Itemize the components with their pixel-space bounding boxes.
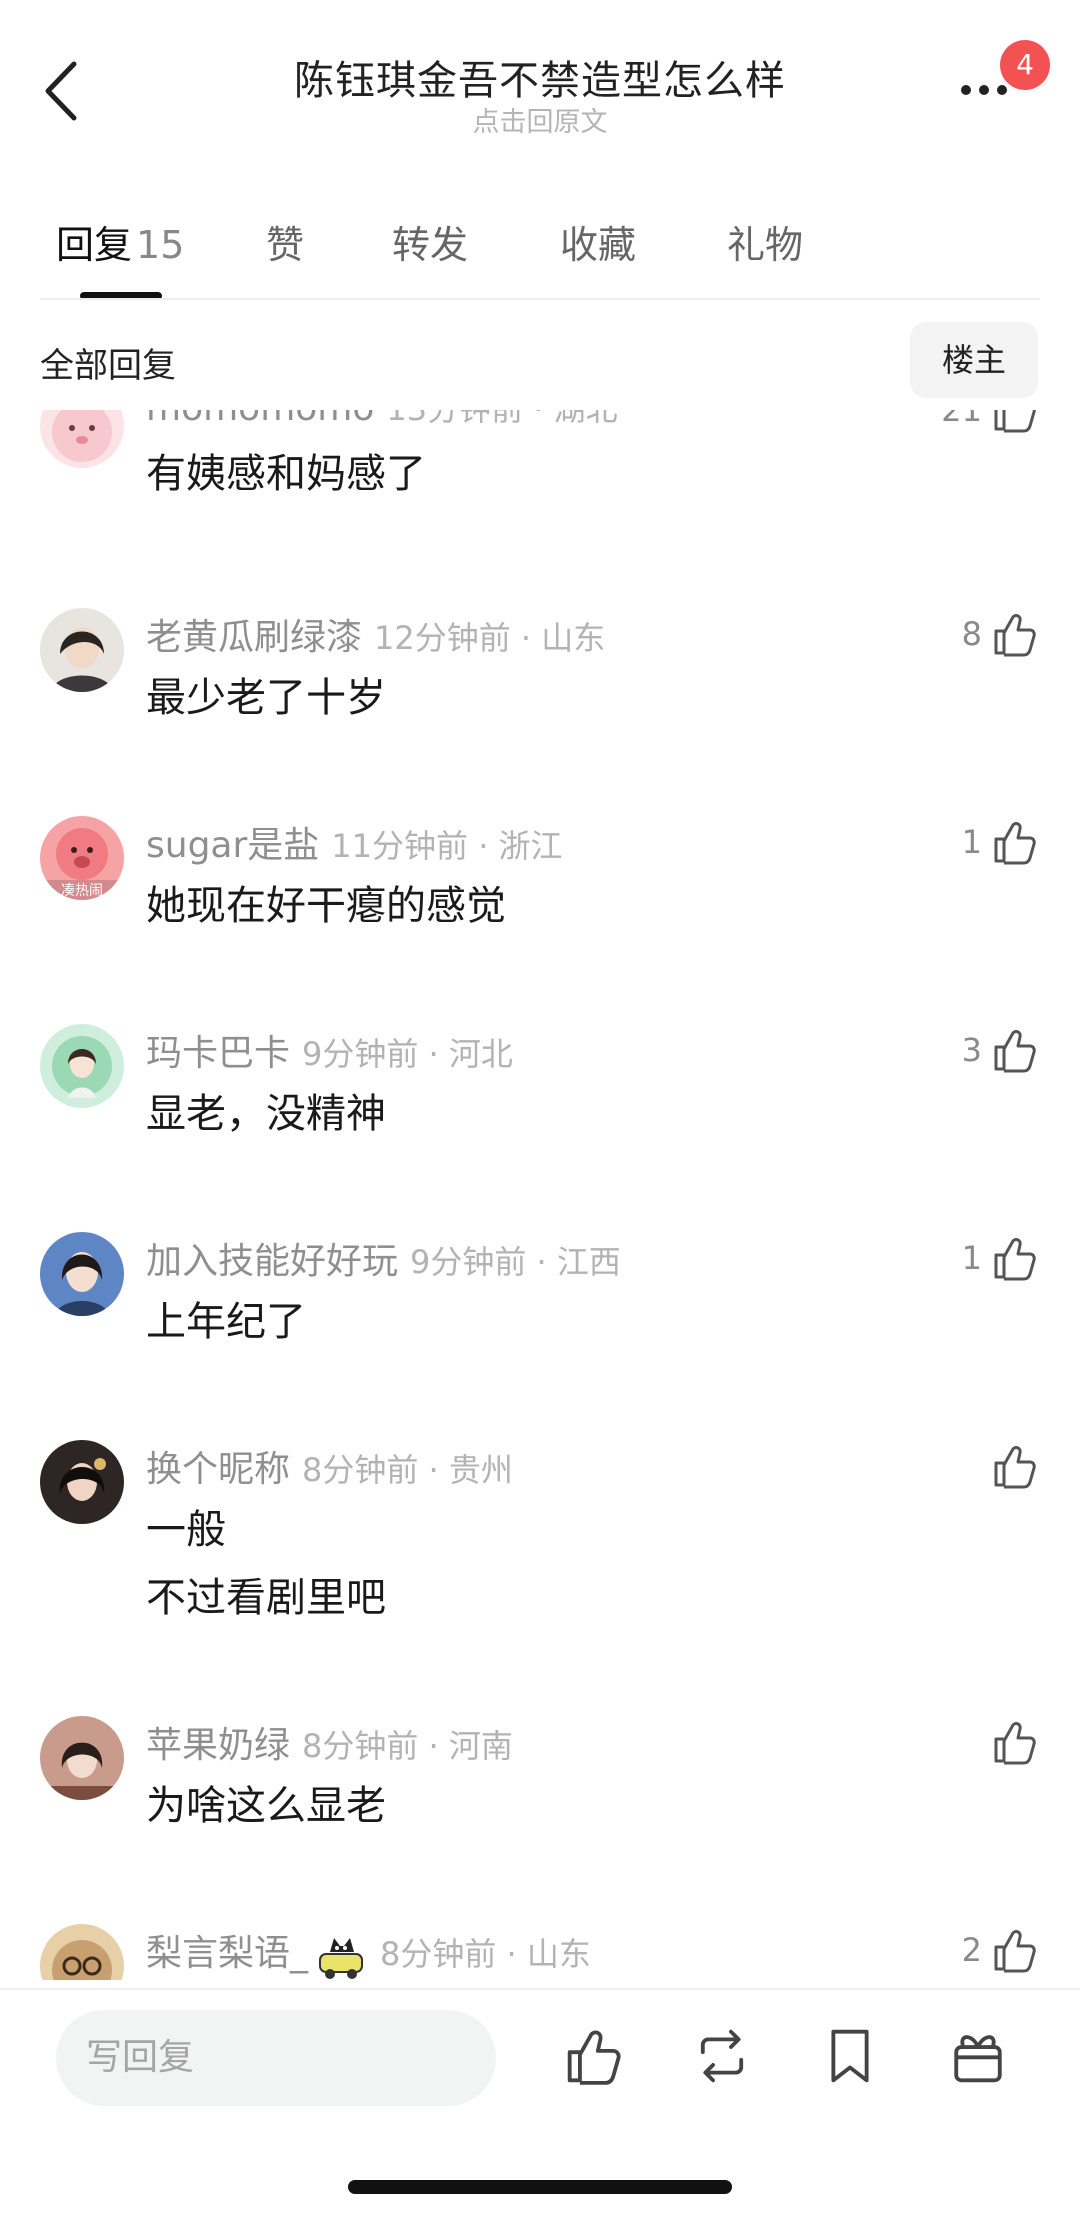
comment-text: 显老，没精神 <box>146 1091 386 1137</box>
gift-button[interactable] <box>946 2024 1010 2088</box>
comment-text: 上年纪了 <box>146 1299 306 1345</box>
avatar[interactable] <box>40 1440 124 1524</box>
tab-gifts[interactable]: 礼物 <box>727 214 803 269</box>
thumbs-up-icon <box>994 1930 1036 1973</box>
comment-meta: 苹果奶绿 8分钟前 · 河南 <box>146 1716 513 1768</box>
divider <box>40 298 1040 300</box>
comment-item: momomomo 13分钟前 · 湖北 有姨感和妈感了 21 <box>0 410 1080 584</box>
comment-item: 梨言梨语_ 8分钟前 · 山东 2 <box>0 1924 1080 1980</box>
timestamp-location: 8分钟前 · 河南 <box>302 1727 513 1765</box>
thumbs-up-icon <box>994 1446 1036 1489</box>
like-button[interactable]: 21 <box>941 410 1040 438</box>
like-count: 21 <box>941 410 982 429</box>
like-button[interactable]: 8 <box>962 606 1040 662</box>
comment-text: 一般 不过看剧里吧 <box>146 1496 386 1632</box>
thumbs-up-icon <box>994 1030 1036 1073</box>
top-bar: 陈钰琪金吾不禁造型怎么样 点击回原文 4 <box>0 0 1080 170</box>
thumbs-up-icon <box>994 1722 1036 1765</box>
like-count: 1 <box>961 823 982 861</box>
thumbs-up-icon <box>994 1238 1036 1281</box>
cat-car-sticker-icon <box>319 1938 364 1979</box>
tab-likes[interactable]: 赞 <box>266 214 304 269</box>
comment-text: 她现在好干瘪的感觉 <box>146 883 506 929</box>
avatar[interactable] <box>40 1232 124 1316</box>
avatar[interactable]: 凑热闹 <box>40 816 124 900</box>
avatar[interactable] <box>40 608 124 692</box>
username[interactable]: momomomo <box>146 410 374 429</box>
avatar-caption: 凑热闹 <box>61 883 103 899</box>
username[interactable]: 梨言梨语_ <box>146 1933 308 1974</box>
tab-reposts[interactable]: 转发 <box>392 214 468 269</box>
comment-meta: 加入技能好好玩 9分钟前 · 江西 <box>146 1232 621 1284</box>
comment-item: 凑热闹 sugar是盐 11分钟前 · 浙江 她现在好干瘪的感觉 1 <box>0 816 1080 1016</box>
like-button[interactable]: 1 <box>962 814 1040 870</box>
like-button[interactable]: 1 <box>962 1230 1040 1286</box>
like-count: 1 <box>961 1239 982 1277</box>
op-only-filter-button[interactable]: 楼主 <box>910 322 1038 398</box>
timestamp-location: 13分钟前 · 湖北 <box>386 410 617 428</box>
timestamp-location: 12分钟前 · 山东 <box>374 619 606 657</box>
notification-badge: 4 <box>1000 40 1050 90</box>
timestamp-location: 8分钟前 · 贵州 <box>302 1451 513 1489</box>
username[interactable]: 换个昵称 <box>146 1449 290 1490</box>
comment-meta: momomomo 13分钟前 · 湖北 <box>146 410 618 430</box>
like-count: 8 <box>961 615 982 653</box>
comment-list[interactable]: momomomo13分钟前 · 湖北 有姨感和妈感了 21 老黄瓜刷绿漆12分钟… <box>0 410 1080 1980</box>
like-button[interactable] <box>982 1438 1040 1494</box>
comment-item: 玛卡巴卡 9分钟前 · 河北 显老，没精神 3 <box>0 1024 1080 1224</box>
home-indicator <box>348 2180 732 2194</box>
avatar[interactable] <box>40 1924 124 1980</box>
comment-item: 苹果奶绿 8分钟前 · 河南 为啥这么显老 <box>0 1716 1080 1916</box>
username[interactable]: 苹果奶绿 <box>146 1725 290 1766</box>
comment-text: 有姨感和妈感了 <box>146 451 426 497</box>
username[interactable]: sugar是盐 <box>146 825 319 866</box>
username[interactable]: 玛卡巴卡 <box>146 1033 290 1074</box>
avatar[interactable] <box>40 410 124 468</box>
comment-item: 老黄瓜刷绿漆 12分钟前 · 山东 最少老了十岁 8 <box>0 608 1080 808</box>
thumbs-up-icon <box>994 822 1036 865</box>
like-post-button[interactable] <box>562 2024 626 2088</box>
back-to-original-link[interactable]: 点击回原文 <box>0 100 1080 139</box>
comment-item: 换个昵称 8分钟前 · 贵州 一般 不过看剧里吧 <box>0 1440 1080 1700</box>
comment-meta: sugar是盐 11分钟前 · 浙江 <box>146 816 563 868</box>
thumbs-up-icon <box>994 410 1036 433</box>
timestamp-location: 11分钟前 · 浙江 <box>331 827 563 865</box>
thumbs-up-icon <box>994 614 1036 657</box>
comment-text-line: 不过看剧里吧 <box>146 1575 386 1621</box>
comment-meta: 梨言梨语_ 8分钟前 · 山东 <box>146 1924 591 1980</box>
avatar[interactable] <box>40 1024 124 1108</box>
comment-item: 加入技能好好玩 9分钟前 · 江西 上年纪了 1 <box>0 1232 1080 1432</box>
like-button[interactable]: 3 <box>962 1022 1040 1078</box>
tab-count: 15 <box>136 223 185 267</box>
avatar[interactable] <box>40 1716 124 1800</box>
repost-icon <box>700 2029 744 2083</box>
comment-meta: 换个昵称 8分钟前 · 贵州 <box>146 1440 513 1492</box>
bookmark-button[interactable] <box>818 2024 882 2088</box>
tab-label: 回复 <box>56 223 133 267</box>
comment-text: 最少老了十岁 <box>146 675 386 721</box>
section-title: 全部回复 <box>40 346 176 386</box>
username[interactable]: 加入技能好好玩 <box>146 1241 398 1282</box>
comment-text: 为啥这么显老 <box>146 1783 386 1829</box>
like-count: 3 <box>961 1031 982 1069</box>
reply-input[interactable]: 写回复 <box>56 2010 496 2106</box>
like-count: 2 <box>961 1931 982 1969</box>
tab-favorites[interactable]: 收藏 <box>560 214 636 269</box>
comment-meta: 老黄瓜刷绿漆 12分钟前 · 山东 <box>146 608 605 660</box>
repost-button[interactable] <box>690 2024 754 2088</box>
comment-meta: 玛卡巴卡 9分钟前 · 河北 <box>146 1024 513 1076</box>
timestamp-location: 8分钟前 · 山东 <box>380 1935 591 1973</box>
like-icon <box>567 2030 621 2085</box>
gift-icon <box>954 2035 1002 2083</box>
tab-replies[interactable]: 回复 15 <box>56 214 184 269</box>
like-button[interactable]: 2 <box>962 1922 1040 1978</box>
timestamp-location: 9分钟前 · 河北 <box>302 1035 513 1073</box>
tab-bar: 回复 15 赞 转发 收藏 礼物 <box>0 200 1080 300</box>
page-title: 陈钰琪金吾不禁造型怎么样 <box>294 58 786 104</box>
bookmark-icon <box>831 2029 869 2083</box>
username[interactable]: 老黄瓜刷绿漆 <box>146 617 362 658</box>
like-button[interactable] <box>982 1714 1040 1770</box>
timestamp-location: 9分钟前 · 江西 <box>410 1243 621 1281</box>
comment-text-line: 一般 <box>146 1507 226 1553</box>
